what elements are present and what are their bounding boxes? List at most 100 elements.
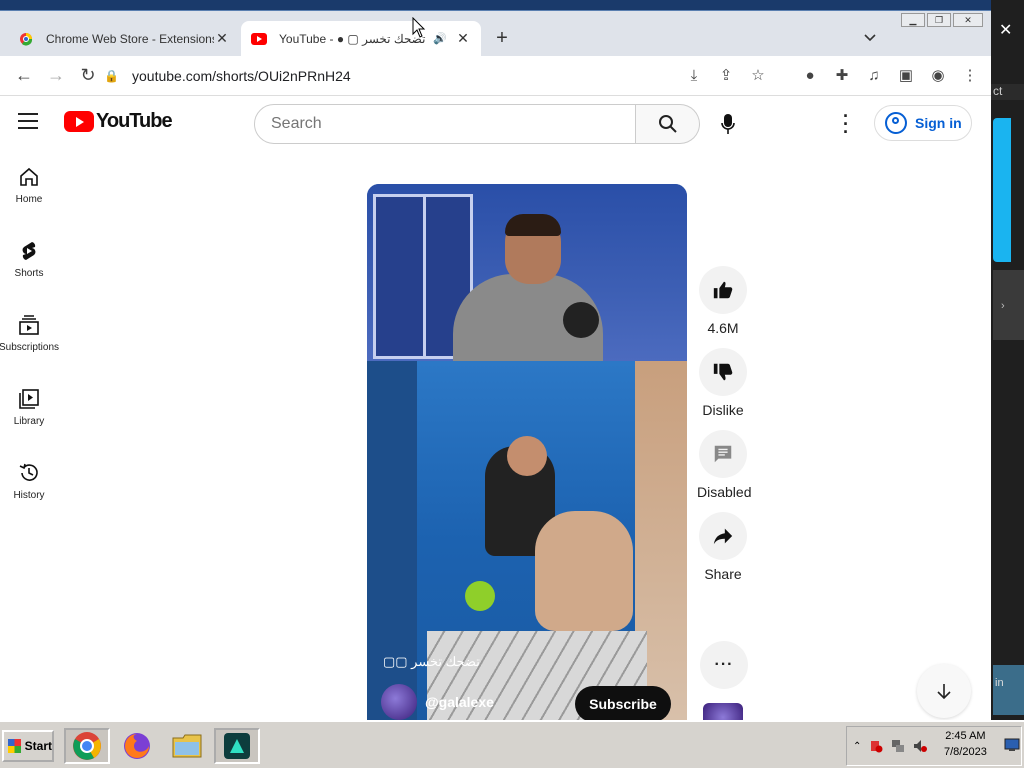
dislike-label: Dislike: [702, 402, 744, 418]
shorts-video-player[interactable]: تضحك تخسر ▢▢ @galalexe Subscribe: [367, 184, 687, 721]
background-window-close-icon[interactable]: ✕: [999, 20, 1012, 40]
tab-chrome-web-store[interactable]: Chrome Web Store - Extensions ✕: [8, 21, 240, 56]
channel-handle[interactable]: @galalexe: [425, 694, 494, 710]
tab-strip: Chrome Web Store - Extensions ✕ YouTube …: [0, 11, 991, 56]
tab-search-chevron-icon[interactable]: [864, 31, 876, 45]
media-control-icon[interactable]: ♫: [865, 64, 883, 86]
search-icon: [658, 115, 677, 133]
shorts-actions: 4.6M Dislike Disabled Share: [697, 266, 752, 594]
extensions-puzzle-icon[interactable]: ✚: [833, 64, 851, 86]
sound-thumbnail[interactable]: [703, 703, 743, 721]
back-icon[interactable]: ←: [8, 65, 40, 86]
chrome-web-store-icon: [18, 31, 34, 47]
thumbs-down-icon: [713, 363, 733, 381]
new-tab-button[interactable]: +: [492, 27, 512, 50]
youtube-logo[interactable]: YouTube: [64, 110, 173, 133]
extension-bulb-icon[interactable]: ●: [801, 64, 819, 86]
dislike-button[interactable]: [699, 348, 747, 396]
restore-icon[interactable]: ❐: [927, 13, 951, 27]
settings-more-icon[interactable]: · · ·: [836, 107, 856, 141]
tab-close-icon[interactable]: ✕: [455, 30, 471, 47]
nav-label: Shorts: [14, 268, 44, 279]
nav-shorts[interactable]: Shorts: [0, 240, 58, 314]
taskbar-firefox[interactable]: [114, 728, 160, 764]
profile-icon[interactable]: ◉: [929, 64, 947, 86]
clock-time: 2:45 AM: [945, 730, 986, 742]
taskbar-chrome[interactable]: [64, 728, 110, 764]
youtube-icon: [251, 31, 267, 47]
desktop-background: ✕ ct › in: [991, 0, 1024, 720]
voice-search-button[interactable]: [716, 110, 740, 138]
subscriptions-icon: [19, 315, 39, 335]
more-actions-button[interactable]: ···: [700, 641, 748, 689]
volume-muted-icon[interactable]: [913, 739, 928, 753]
channel-avatar[interactable]: [381, 684, 417, 720]
home-icon: [20, 167, 38, 186]
address-bar[interactable]: 🔒 youtube.com/shorts/OUi2nPRnH24: [104, 61, 684, 91]
comment-icon: [714, 445, 732, 463]
taskbar-file-explorer[interactable]: [164, 728, 210, 764]
clock[interactable]: 2:45 AM 7/8/2023: [944, 728, 987, 760]
taskbar-filmora[interactable]: [214, 728, 260, 764]
like-button[interactable]: [699, 266, 747, 314]
chrome-menu-icon[interactable]: ⋮: [961, 64, 979, 86]
reload-icon[interactable]: ↻: [72, 65, 104, 86]
comments-button[interactable]: [699, 430, 747, 478]
install-icon[interactable]: ⤓: [685, 64, 703, 86]
speaker-icon[interactable]: 🔊: [433, 32, 447, 45]
youtube-page: YouTube ··· Sign in Home: [0, 96, 991, 721]
share-page-icon[interactable]: ⇪: [717, 64, 735, 86]
channel-info[interactable]: @galalexe: [381, 684, 494, 720]
security-alert-icon[interactable]: [869, 739, 883, 753]
forward-icon[interactable]: →: [40, 65, 72, 86]
video-caption[interactable]: تضحك تخسر ▢▢: [383, 654, 480, 670]
firefox-icon: [124, 733, 150, 759]
next-video-button[interactable]: [917, 664, 971, 718]
chrome-window: Chrome Web Store - Extensions ✕ YouTube …: [0, 10, 991, 721]
chrome-icon: [73, 732, 101, 760]
nav-label: History: [13, 490, 45, 501]
nav-subscriptions[interactable]: Subscriptions: [0, 314, 59, 388]
network-icon[interactable]: [891, 739, 905, 753]
share-action[interactable]: Share: [698, 512, 748, 584]
tab-title: YouTube - ● ▢ تضحك تخسر: [279, 31, 426, 46]
share-button[interactable]: [699, 512, 747, 560]
tab-close-icon[interactable]: ✕: [214, 30, 230, 47]
toolbar-icons: ⤓ ⇪ ☆ ● ✚ ♫ ▣ ◉ ⋮: [685, 64, 979, 86]
clock-date: 7/8/2023: [944, 746, 987, 758]
youtube-logo-text: YouTube: [96, 110, 173, 132]
start-button[interactable]: Start: [2, 730, 54, 762]
nav-library[interactable]: Library: [0, 388, 58, 462]
toolbar: ← → ↻ 🔒 youtube.com/shorts/OUi2nPRnH24 ⤓…: [0, 56, 991, 96]
youtube-play-icon: [64, 111, 94, 132]
tab-youtube[interactable]: YouTube - ● ▢ تضحك تخسر 🔊 ✕: [241, 21, 481, 56]
bookmark-star-icon[interactable]: ☆: [749, 64, 767, 86]
filmora-icon: [224, 733, 250, 759]
start-label: Start: [24, 739, 52, 753]
side-navigation: Home Shorts Subscriptions Library Histor…: [0, 166, 59, 536]
background-window-panel: [993, 118, 1011, 262]
search-button[interactable]: [636, 104, 700, 144]
hamburger-menu-icon[interactable]: [18, 113, 38, 134]
sign-in-button[interactable]: Sign in: [874, 105, 972, 141]
show-desktop-icon[interactable]: [1004, 738, 1020, 752]
mouse-cursor-icon: [412, 17, 426, 38]
lock-icon[interactable]: 🔒: [104, 69, 120, 83]
background-window-text-2: in: [993, 665, 1024, 715]
side-panel-icon[interactable]: ▣: [897, 64, 915, 86]
nav-history[interactable]: History: [0, 462, 58, 536]
minimize-icon[interactable]: ▁: [901, 13, 925, 27]
url-text[interactable]: youtube.com/shorts/OUi2nPRnH24: [132, 68, 351, 84]
dislike-action[interactable]: Dislike: [698, 348, 748, 420]
nav-home[interactable]: Home: [0, 166, 58, 240]
comments-action[interactable]: Disabled: [697, 430, 752, 502]
search-input[interactable]: [254, 104, 636, 144]
subscribe-button[interactable]: Subscribe: [575, 686, 671, 721]
like-action[interactable]: 4.6M: [698, 266, 748, 338]
history-icon: [19, 463, 38, 481]
tray-expand-icon[interactable]: ⌃: [853, 741, 861, 752]
tab-title: Chrome Web Store - Extensions: [46, 31, 214, 46]
nav-label: Library: [13, 416, 45, 427]
comments-label: Disabled: [697, 484, 752, 500]
close-window-icon[interactable]: ✕: [953, 13, 983, 27]
